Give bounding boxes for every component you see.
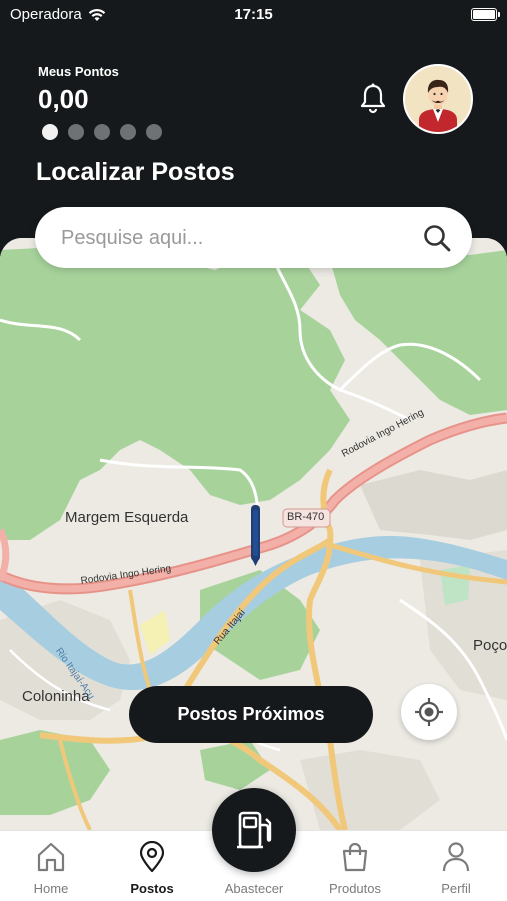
tab-home-label: Home bbox=[33, 881, 69, 896]
user-icon bbox=[442, 842, 470, 872]
status-bar: Operadora 17:15 bbox=[0, 0, 507, 30]
carousel-dot[interactable] bbox=[120, 124, 136, 140]
crosshair-icon bbox=[415, 698, 443, 726]
tab-home[interactable]: Home bbox=[6, 831, 96, 901]
carousel-dot[interactable] bbox=[146, 124, 162, 140]
shopping-bag-icon bbox=[342, 842, 368, 872]
tab-abastecer-label: Abastecer bbox=[224, 881, 284, 896]
notification-bell-icon[interactable] bbox=[358, 82, 388, 114]
avatar-person-icon bbox=[405, 66, 471, 132]
carousel-dot[interactable] bbox=[42, 124, 58, 140]
battery-icon bbox=[471, 8, 500, 21]
map-label-br470: BR-470 bbox=[287, 511, 325, 523]
page-title: Localizar Postos bbox=[36, 158, 235, 186]
search-input[interactable] bbox=[59, 207, 403, 270]
tab-perfil[interactable]: Perfil bbox=[411, 831, 501, 901]
search-bar[interactable] bbox=[35, 207, 472, 270]
tab-postos-label: Postos bbox=[130, 881, 174, 896]
forest-area bbox=[360, 470, 507, 540]
park-area bbox=[440, 565, 470, 605]
points-value: 0,00 bbox=[38, 84, 89, 114]
search-icon[interactable] bbox=[422, 223, 452, 253]
refuel-fab-button[interactable] bbox=[212, 788, 296, 872]
map-label-margem-esquerda: Margem Esquerda bbox=[65, 509, 189, 526]
my-location-button[interactable] bbox=[401, 684, 457, 740]
carousel-dot[interactable] bbox=[94, 124, 110, 140]
map-pin-icon bbox=[139, 841, 165, 873]
carousel-dot[interactable] bbox=[68, 124, 84, 140]
carousel-indicator[interactable] bbox=[42, 124, 162, 140]
fuel-pump-icon bbox=[237, 811, 272, 849]
tab-produtos[interactable]: Produtos bbox=[310, 831, 400, 901]
points-label: Meus Pontos bbox=[38, 64, 119, 79]
tab-produtos-label: Produtos bbox=[328, 881, 382, 896]
map-label-poco: Poço bbox=[473, 637, 507, 654]
nearby-stations-button[interactable]: Postos Próximos bbox=[129, 686, 373, 743]
tab-postos[interactable]: Postos bbox=[107, 831, 197, 901]
avatar[interactable] bbox=[403, 64, 473, 134]
tab-perfil-label: Perfil bbox=[441, 881, 471, 896]
home-icon bbox=[37, 842, 65, 872]
status-time: 17:15 bbox=[234, 6, 273, 23]
